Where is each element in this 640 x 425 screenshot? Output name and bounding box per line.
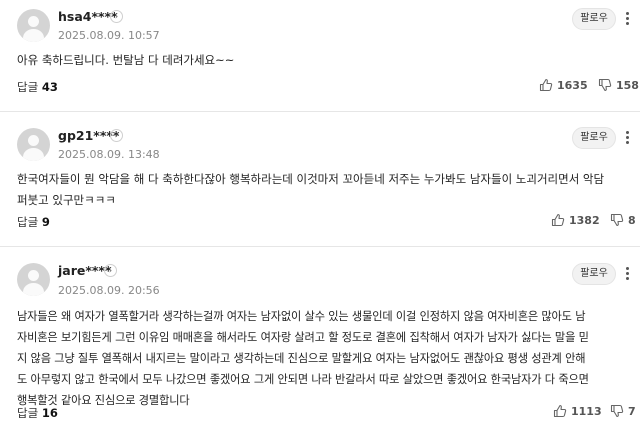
follow-button[interactable]: 팔로우	[572, 263, 616, 285]
dislike-button[interactable]: 7	[610, 404, 636, 418]
like-count: 1382	[569, 213, 600, 227]
like-count: 1113	[571, 404, 602, 418]
thumbs-up-icon	[539, 78, 553, 92]
like-count: 1635	[557, 78, 588, 92]
reply-label: 답글	[17, 80, 39, 94]
dislike-button[interactable]: 8	[610, 213, 636, 227]
username[interactable]: hsa4****	[58, 9, 118, 24]
dislike-count: 158	[616, 78, 639, 92]
thumbs-down-icon	[598, 78, 612, 92]
follow-button[interactable]: 팔로우	[572, 8, 616, 30]
divider	[0, 111, 640, 112]
content-line: 행복할것 같아요 진심으로 경멸합니다	[17, 394, 190, 407]
like-button[interactable]: 1635	[539, 78, 588, 92]
avatar[interactable]	[17, 263, 50, 296]
like-button[interactable]: 1113	[553, 404, 602, 418]
reply-button[interactable]: 답글 9	[17, 214, 50, 230]
follow-button[interactable]: 팔로우	[572, 127, 616, 149]
avatar[interactable]	[17, 9, 50, 42]
reply-count: 16	[41, 406, 58, 420]
dislike-button[interactable]: 158	[598, 78, 639, 92]
more-vertical-icon[interactable]	[626, 267, 632, 282]
comment-content: 아유 축하드립니다. 번탈남 다 데려가세요~~	[17, 53, 235, 67]
chevron-right-icon[interactable]: ›	[110, 10, 123, 23]
dislike-count: 8	[628, 213, 636, 227]
content-line: 퍼붓고 있구만ㅋㅋㅋ	[17, 193, 116, 207]
chevron-right-icon[interactable]: ›	[104, 264, 117, 277]
comment-date: 2025.08.09. 10:57	[58, 29, 160, 42]
comment-content: 남자들은 왜 여자가 열폭할거라 생각하는걸까 여자는 남자없이 살수 있는 생…	[17, 306, 627, 411]
avatar[interactable]	[17, 128, 50, 161]
like-button[interactable]: 1382	[551, 213, 600, 227]
comment-content: 한국여자들이 뭔 악담을 해 다 축하한다잖아 행복하라는데 이것마저 꼬아듣네…	[17, 169, 627, 211]
thumbs-down-icon	[610, 404, 624, 418]
content-line: 남자들은 왜 여자가 열폭할거라 생각하는걸까 여자는 남자없이 살수 있는 생…	[17, 310, 586, 323]
more-vertical-icon[interactable]	[626, 131, 632, 146]
content-line: 한국여자들이 뭔 악담을 해 다 축하한다잖아 행복하라는데 이것마저 꼬아듣네…	[17, 172, 605, 186]
content-line: 지 않음 그냥 질투 열폭해서 내지르는 말이라고 생각하는데 진심으로 말할게…	[17, 352, 586, 365]
divider	[0, 246, 640, 247]
reply-button[interactable]: 답글 43	[17, 79, 58, 95]
thumbs-down-icon	[610, 213, 624, 227]
comment-date: 2025.08.09. 13:48	[58, 148, 160, 161]
reply-count: 9	[41, 215, 50, 229]
chevron-right-icon[interactable]: ›	[110, 129, 123, 142]
dislike-count: 7	[628, 404, 636, 418]
more-vertical-icon[interactable]	[626, 12, 632, 27]
reply-label: 답글	[17, 215, 39, 229]
thumbs-up-icon	[553, 404, 567, 418]
content-line: 자비혼은 보기힘든게 그런 이유임 매매혼을 해서라도 여자랑 살려고 할 정도…	[17, 331, 589, 344]
reply-label: 답글	[17, 406, 39, 420]
thumbs-up-icon	[551, 213, 565, 227]
reply-count: 43	[41, 80, 58, 94]
content-line: 도 아무렇지 않고 한국에서 모두 나갔으면 좋겠어요 그게 안되면 나라 반갈…	[17, 373, 589, 386]
comment-date: 2025.08.09. 20:56	[58, 284, 160, 297]
reply-button[interactable]: 답글 16	[17, 405, 58, 421]
